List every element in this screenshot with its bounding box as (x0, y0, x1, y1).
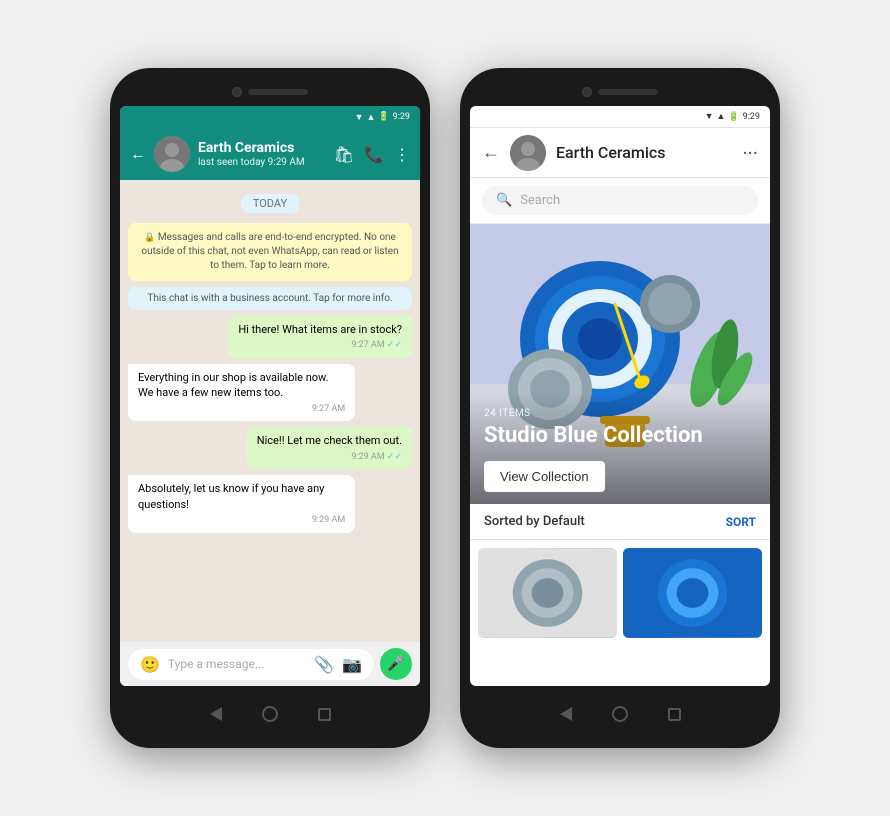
status-bar-1: ▼ ▲ 🔋 9:29 (120, 106, 420, 128)
catalog-grid (470, 540, 770, 686)
encryption-text: Messages and calls are end-to-end encryp… (141, 232, 398, 271)
recents-nav-btn-2[interactable] (668, 708, 681, 721)
message-4: Absolutely, let us know if you have any … (128, 475, 355, 532)
home-nav-btn-2[interactable] (612, 706, 628, 722)
hero-overlay: 24 ITEMS Studio Blue Collection View Col… (470, 392, 770, 504)
contact-name: Earth Ceramics (198, 140, 326, 157)
catalog-avatar (510, 135, 546, 171)
wifi-icon-2: ▲ (717, 111, 726, 122)
avatar-image (154, 136, 190, 172)
catalog-icon[interactable]: 🛍 (334, 145, 354, 164)
back-button[interactable]: ← (130, 144, 146, 164)
message-time-2: 9:27 AM (138, 403, 345, 416)
time-1: 9:29 (393, 112, 410, 122)
sort-button[interactable]: SORT (726, 515, 756, 529)
message-1: Hi there! What items are in stock? 9:27 … (228, 316, 412, 358)
chat-messages: TODAY 🔒 Messages and calls are end-to-en… (120, 180, 420, 642)
sort-label: Sorted by Default (484, 514, 585, 529)
search-icon: 🔍 (496, 193, 512, 208)
signal-icon: ▼ (355, 112, 364, 123)
message-time-4: 9:29 AM (138, 514, 345, 527)
date-badge: TODAY (241, 194, 299, 213)
back-nav-btn-1[interactable] (210, 707, 222, 721)
phone-screen-1: ▼ ▲ 🔋 9:29 ← (120, 106, 420, 686)
status-icons-2: ▼ ▲ 🔋 9:29 (705, 111, 760, 122)
speaker-2 (598, 89, 658, 95)
front-camera-2 (582, 87, 592, 97)
phone-nav-2 (470, 694, 770, 734)
catalog-header: ← Earth Ceramics ··· (470, 128, 770, 178)
speaker-1 (248, 89, 308, 95)
input-placeholder: Type a message... (168, 657, 306, 671)
encryption-notice[interactable]: 🔒 Messages and calls are end-to-end encr… (128, 223, 412, 281)
read-check-3: ✓✓ (387, 452, 402, 462)
phone-top-bar-1 (120, 82, 420, 102)
phone-top-bar-2 (470, 82, 770, 102)
business-notice[interactable]: This chat is with a business account. Ta… (128, 287, 412, 310)
wifi-icon: ▲ (367, 112, 376, 123)
chat-header: ← Earth Ceramics last seen today 9:29 AM (120, 128, 420, 180)
more-icon[interactable]: ⋮ (394, 145, 410, 164)
catalog-sort-bar: Sorted by Default SORT (470, 504, 770, 540)
collection-name: Studio Blue Collection (484, 423, 756, 449)
phones-container: ▼ ▲ 🔋 9:29 ← (80, 38, 810, 778)
catalog-search-area: 🔍 Search (470, 178, 770, 224)
mic-button[interactable]: 🎤 (380, 648, 412, 680)
phone-2: ▼ ▲ 🔋 9:29 ← (460, 68, 780, 748)
grid-item-1[interactable] (478, 548, 617, 638)
contact-info: Earth Ceramics last seen today 9:29 AM (198, 140, 326, 168)
phone-1: ▼ ▲ 🔋 9:29 ← (110, 68, 430, 748)
message-text-2: Everything in our shop is available now.… (138, 371, 329, 399)
battery-icon-2: 🔋 (728, 112, 739, 122)
contact-status: last seen today 9:29 AM (198, 157, 326, 168)
signal-icon-2: ▼ (705, 111, 714, 122)
catalog-search-box[interactable]: 🔍 Search (482, 186, 758, 215)
recents-nav-btn-1[interactable] (318, 708, 331, 721)
chat-input-area: 🙂 Type a message... 📎 📷 🎤 (120, 642, 420, 686)
catalog-back-button[interactable]: ← (482, 142, 500, 163)
catalog-more-button[interactable]: ··· (742, 141, 758, 165)
call-icon[interactable]: 📞 (364, 145, 384, 164)
chat-input-box[interactable]: 🙂 Type a message... 📎 📷 (128, 649, 374, 680)
message-2: Everything in our shop is available now.… (128, 364, 355, 421)
phone-screen-2: ▼ ▲ 🔋 9:29 ← (470, 106, 770, 686)
back-nav-btn-2[interactable] (560, 707, 572, 721)
message-text-3: Nice!! Let me check them out. (257, 434, 402, 447)
status-icons-1: ▼ ▲ 🔋 9:29 (355, 112, 410, 123)
view-collection-button[interactable]: View Collection (484, 461, 605, 492)
message-text-1: Hi there! What items are in stock? (238, 323, 402, 336)
message-3: Nice!! Let me check them out. 9:29 AM ✓✓ (247, 427, 412, 469)
read-check-1: ✓✓ (387, 340, 402, 350)
message-time-1: 9:27 AM ✓✓ (238, 339, 402, 352)
home-nav-btn-1[interactable] (262, 706, 278, 722)
grid-item-2[interactable] (623, 548, 762, 638)
time-2: 9:29 (743, 112, 760, 122)
items-count: 24 ITEMS (484, 408, 756, 419)
camera-icon[interactable]: 📷 (342, 655, 362, 674)
attachment-icon[interactable]: 📎 (314, 655, 334, 674)
header-icons: 🛍 📞 ⋮ (334, 145, 410, 164)
front-camera-1 (232, 87, 242, 97)
status-bar-2: ▼ ▲ 🔋 9:29 (470, 106, 770, 128)
message-time-3: 9:29 AM ✓✓ (257, 451, 402, 464)
battery-icon: 🔋 (378, 112, 389, 122)
message-text-4: Absolutely, let us know if you have any … (138, 482, 324, 510)
catalog-business-name: Earth Ceramics (556, 143, 732, 162)
catalog-hero: 24 ITEMS Studio Blue Collection View Col… (470, 224, 770, 504)
contact-avatar (154, 136, 190, 172)
lock-icon: 🔒 (144, 233, 155, 243)
emoji-icon[interactable]: 🙂 (140, 655, 160, 674)
phone-nav-1 (120, 694, 420, 734)
search-placeholder: Search (520, 193, 560, 208)
catalog-avatar-img (510, 135, 546, 171)
